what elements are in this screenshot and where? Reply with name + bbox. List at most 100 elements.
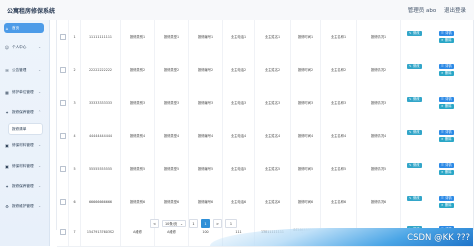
page-size-select[interactable]: 10条/页 ⌄ — [162, 220, 186, 227]
detail-icon: ☰ — [441, 31, 444, 35]
button-label: 删除 — [445, 137, 452, 141]
detail-button[interactable]: ☰详情 — [439, 162, 454, 168]
sidebar-item-materials-2[interactable]: ▣ 修保材料管理 ⌄ — [4, 161, 44, 171]
top-header: 公寓租房修保系统 管理员 abo 退出登录 — [0, 0, 474, 21]
table-cell: 业主电话6 — [223, 185, 255, 218]
table-cell: 报修情况1 — [357, 20, 401, 53]
delete-icon: ✕ — [441, 38, 444, 42]
detail-button[interactable]: ☰详情 — [439, 195, 454, 201]
row-checkbox[interactable] — [59, 99, 66, 106]
row-checkbox[interactable] — [59, 132, 66, 139]
current-page-button[interactable]: 1 — [201, 219, 210, 228]
row-checkbox[interactable] — [59, 198, 66, 205]
table-cell: 业主姓名2 — [255, 53, 291, 86]
sidebar-item-label: 报修清单 — [12, 126, 27, 131]
table-cell: 报修编号6 — [189, 185, 223, 218]
row-actions: ✎修改 ☰详情✕删除 — [401, 185, 473, 218]
edit-button[interactable]: ✎修改 — [407, 30, 422, 36]
page-button[interactable]: 1 — [189, 219, 198, 228]
table-row: 4 44444444444 报修类别4 报修类型4 报修编号4 业主电话4 业主姓名4 报修时… — [57, 119, 473, 153]
detail-button[interactable]: ☰详情 — [439, 63, 454, 69]
jump-page-input[interactable]: 1 — [225, 219, 237, 228]
delete-icon: ✕ — [441, 203, 444, 207]
button-label: 删除 — [445, 38, 452, 42]
table-cell: 业主电话3 — [223, 86, 255, 119]
sidebar-item-profile[interactable]: ☺ 个人中心 ⌄ — [4, 42, 44, 52]
row-checkbox[interactable] — [59, 229, 66, 235]
table-row: 1 11111111111 报修类别1 报修类型1 报修编号1 业主电话1 业主姓名1 报修时… — [57, 20, 473, 54]
table-cell: 业主名称2 — [321, 53, 357, 86]
table-cell: 2 — [69, 53, 81, 86]
table-cell: 1 — [69, 20, 81, 53]
table-cell: 5 — [69, 152, 81, 185]
wrench-icon: ✦ — [5, 183, 9, 189]
table-cell: 55555555555 — [81, 152, 121, 185]
admin-name: 管理员 abo — [407, 8, 437, 14]
table-cell: 报修情况6 — [357, 185, 401, 218]
sidebar-item-maintenance[interactable]: ⚙ 报修维护管理 ⌄ — [4, 201, 44, 211]
table-cell: 44444444444 — [81, 119, 121, 152]
detail-icon: ☰ — [441, 163, 444, 167]
edit-button[interactable]: ✎修改 — [407, 195, 422, 201]
row-checkbox-cell — [57, 53, 69, 86]
data-table: 1 11111111111 报修类别1 报修类型1 报修编号1 业主电话1 业主姓名1 报修时… — [56, 20, 474, 247]
table-cell: 报修类型4 — [155, 119, 189, 152]
sidebar-subitem-repair-list[interactable]: 报修清单 — [8, 123, 43, 135]
chevron-down-icon: ⌄ — [180, 221, 183, 226]
row-checkbox-cell — [57, 119, 69, 152]
edit-icon: ✎ — [409, 64, 412, 68]
edit-button[interactable]: ✎修改 — [407, 63, 422, 69]
chevron-down-icon: ⌄ — [38, 68, 41, 72]
button-label: 详情 — [445, 31, 452, 35]
row-actions: ✎修改 ☰详情✕删除 — [401, 53, 473, 86]
next-page-button[interactable]: > — [213, 219, 222, 228]
main-content: 1 11111111111 报修类别1 报修类型1 报修编号1 业主电话1 业主姓名1 报修时… — [50, 20, 474, 247]
detail-button[interactable]: ☰详情 — [439, 96, 454, 102]
edit-button[interactable]: ✎修改 — [407, 162, 422, 168]
sidebar-item-notice[interactable]: ✉ 公告管理 ⌄ — [4, 65, 44, 75]
detail-button[interactable]: ☰详情 — [439, 129, 454, 135]
table-cell: 报修编号4 — [189, 119, 223, 152]
edit-button[interactable]: ✎修改 — [407, 96, 422, 102]
sidebar-item-home[interactable]: ⌂ 首页 — [4, 23, 44, 33]
prev-page-button[interactable]: < — [150, 219, 159, 228]
sidebar-item-repair[interactable]: ✦ 报修保养管理 ⌃ — [4, 107, 44, 117]
box-icon: ▣ — [5, 142, 9, 148]
table-cell: 报修类别3 — [121, 86, 155, 119]
sidebar-item-units[interactable]: ▦ 修护单位管理 ⌄ — [4, 87, 44, 97]
delete-button[interactable]: ✕删除 — [439, 169, 454, 175]
table-cell: 业主电话4 — [223, 119, 255, 152]
row-checkbox-cell — [57, 86, 69, 119]
table-cell: 报修类型6 — [155, 185, 189, 218]
edit-icon: ✎ — [409, 31, 412, 35]
row-checkbox-cell — [57, 20, 69, 53]
sidebar-item-label: 报修维护管理 — [12, 203, 34, 208]
sidebar-item-repair-2[interactable]: ✦ 报修保养管理 ⌄ — [4, 181, 44, 191]
table-cell: 11111111111 — [81, 20, 121, 53]
logout-link[interactable]: 退出登录 — [444, 8, 466, 14]
button-label: 删除 — [445, 170, 452, 174]
delete-button[interactable]: ✕删除 — [439, 37, 454, 43]
row-checkbox[interactable] — [59, 66, 66, 73]
row-checkbox[interactable] — [59, 33, 66, 40]
delete-button[interactable]: ✕删除 — [439, 103, 454, 109]
button-label: 详情 — [445, 97, 452, 101]
delete-button[interactable]: ✕删除 — [439, 70, 454, 76]
notice-icon: ✉ — [5, 67, 9, 73]
tools-icon: ⚙ — [5, 203, 9, 209]
table-cell: 报修类别1 — [121, 20, 155, 53]
table-cell: 报修类型2 — [155, 53, 189, 86]
delete-button[interactable]: ✕删除 — [439, 136, 454, 142]
table-cell: 报修情况4 — [357, 119, 401, 152]
row-checkbox[interactable] — [59, 165, 66, 172]
table-cell: 业主电话5 — [223, 152, 255, 185]
user-icon: ☺ — [4, 44, 10, 50]
delete-icon: ✕ — [441, 170, 444, 174]
detail-button[interactable]: ☰详情 — [439, 30, 454, 36]
table-cell: 报修时间1 — [291, 20, 321, 53]
edit-button[interactable]: ✎修改 — [407, 129, 422, 135]
sidebar-item-materials[interactable]: ▣ 修保材料管理 ⌄ — [4, 140, 44, 150]
row-actions: ✎修改☰详情✕删除 — [401, 20, 473, 53]
delete-button[interactable]: ✕删除 — [439, 202, 454, 208]
detail-icon: ☰ — [441, 130, 444, 134]
